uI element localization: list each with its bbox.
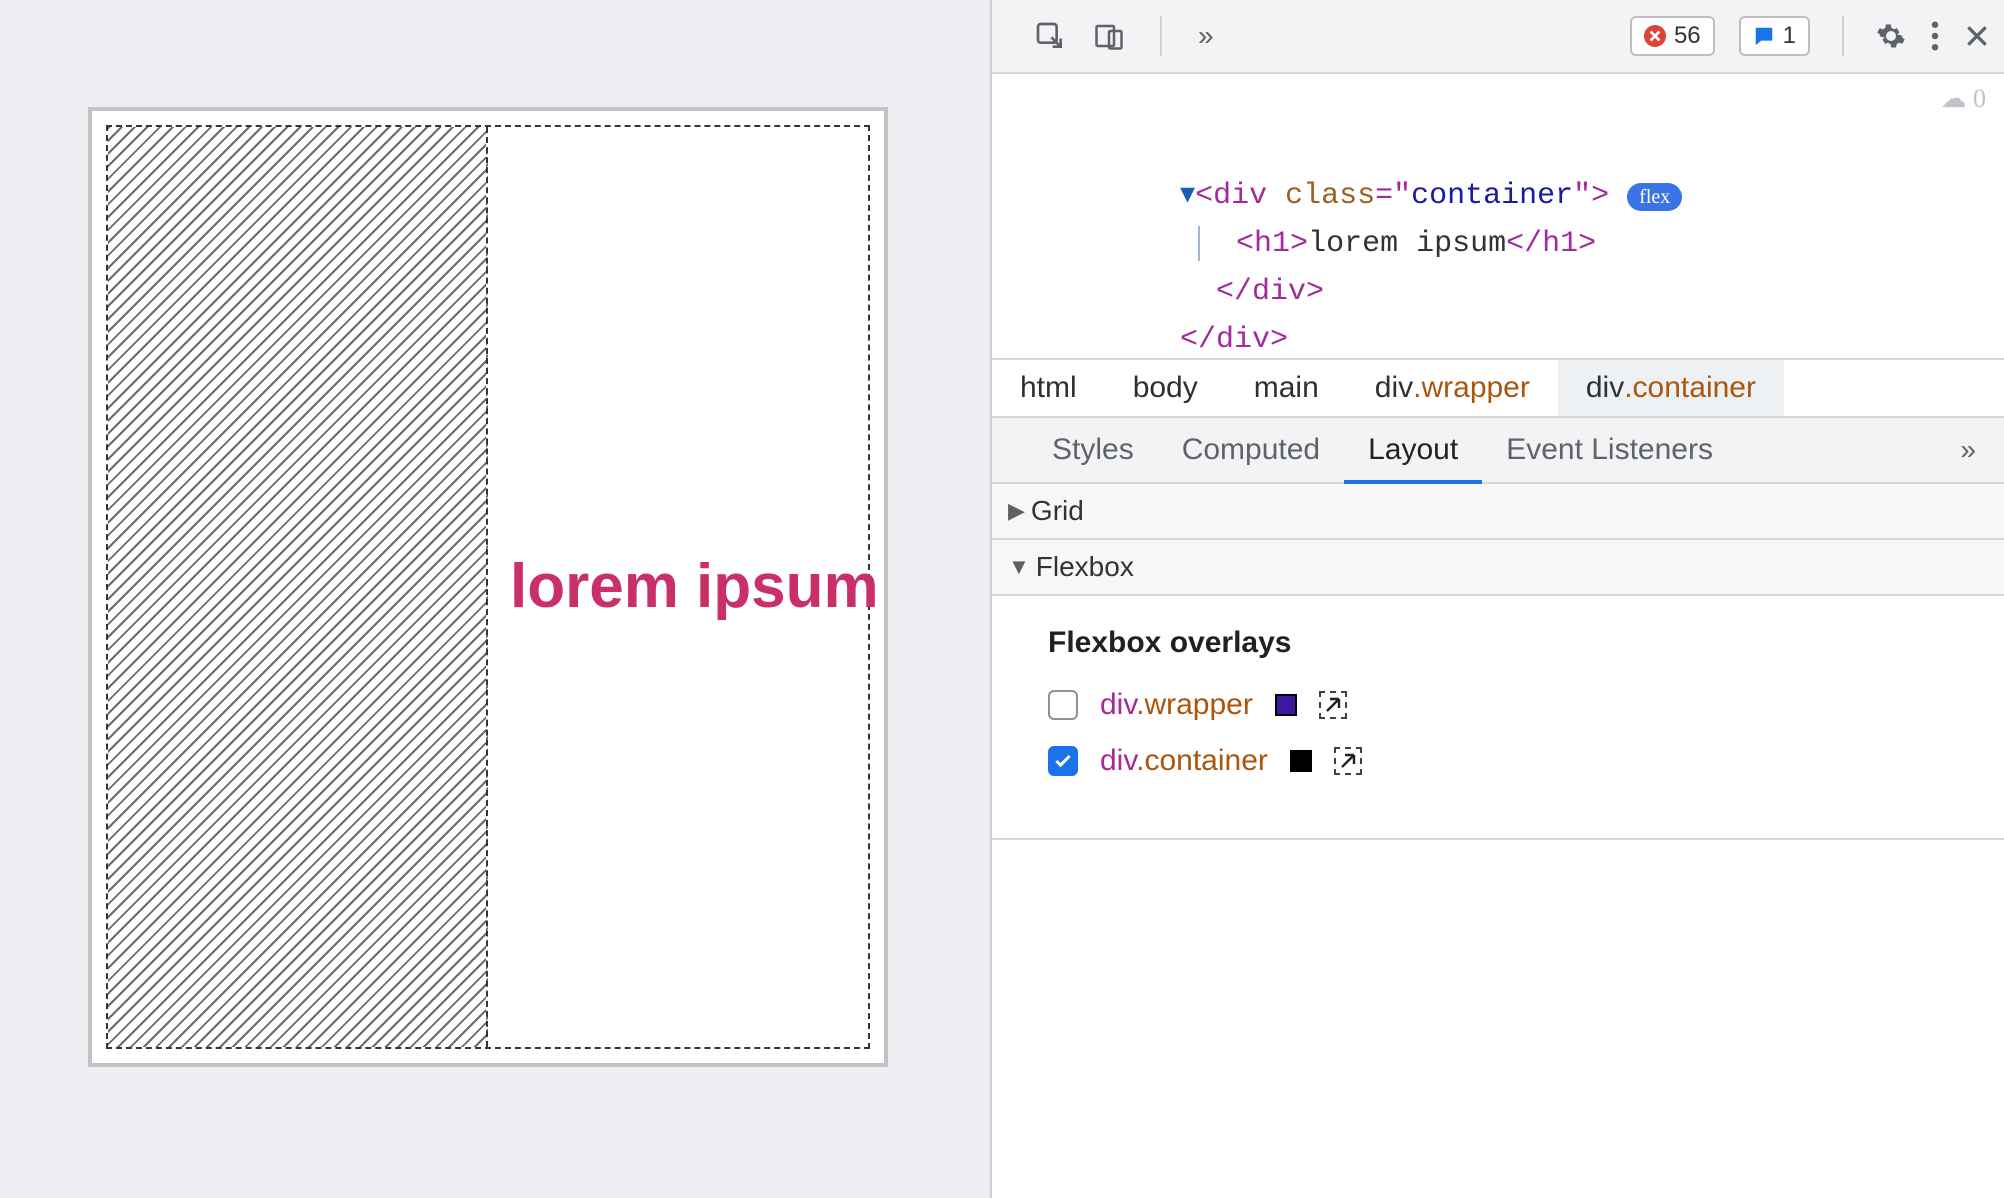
inspect-icon[interactable] (1034, 20, 1066, 52)
sidebar-tabs: Styles Computed Layout Event Listeners » (992, 418, 2004, 484)
overlay-wrapper-checkbox[interactable] (1048, 690, 1078, 720)
flex-container-outline: lorem ipsum (88, 107, 888, 1067)
cloud-badge: ☁ 0 (1941, 78, 1987, 120)
section-grid-label: Grid (1031, 495, 1084, 527)
triangle-right-icon: ▶ (1008, 498, 1025, 524)
h1-text: lorem ipsum (1308, 227, 1506, 261)
section-flexbox: ▼Flexbox (992, 540, 2004, 596)
overlay-row-wrapper: div.wrapper (1048, 688, 2004, 722)
tab-event-listeners[interactable]: Event Listeners (1482, 418, 1737, 482)
page-preview: lorem ipsum (0, 0, 990, 1198)
flexbox-overlays-title: Flexbox overlays (1048, 626, 2004, 660)
tab-computed[interactable]: Computed (1158, 418, 1344, 482)
crumb-div-container[interactable]: div.container (1558, 360, 1784, 416)
devtools-panel: » 56 1 ☁ 0 ▾<div class="contain (990, 0, 2004, 1198)
section-flexbox-header[interactable]: ▼Flexbox (992, 540, 2004, 594)
overlay-row-container: div.container (1048, 744, 2004, 778)
flex-badge[interactable]: flex (1627, 183, 1682, 211)
messages-badge[interactable]: 1 (1739, 16, 1810, 56)
preview-heading: lorem ipsum (488, 127, 868, 1047)
reveal-in-elements-icon[interactable] (1334, 747, 1362, 775)
device-toggle-icon[interactable] (1094, 21, 1124, 51)
close-icon[interactable] (1964, 23, 1990, 49)
kebab-icon[interactable] (1930, 21, 1940, 51)
crumb-main[interactable]: main (1226, 360, 1347, 416)
errors-count: 56 (1674, 22, 1701, 50)
triangle-down-icon: ▼ (1008, 554, 1030, 580)
elements-dom-tree[interactable]: ☁ 0 ▾<div class="container"> flex <h1>lo… (992, 74, 2004, 358)
tab-layout[interactable]: Layout (1344, 418, 1482, 482)
h1-open-tag: <h1> (1236, 227, 1308, 261)
flex-item-outline: lorem ipsum (106, 125, 870, 1049)
h1-close-tag: </h1> (1506, 227, 1596, 261)
overlay-wrapper-color-swatch[interactable] (1275, 694, 1297, 716)
errors-badge[interactable]: 56 (1630, 16, 1715, 56)
overlay-container-color-swatch[interactable] (1290, 750, 1312, 772)
div-close-2: </div> (1180, 323, 1288, 357)
overlay-container-checkbox[interactable] (1048, 746, 1078, 776)
messages-count: 1 (1783, 22, 1796, 50)
div-close-1: </div> (1216, 275, 1324, 309)
overlay-container-selector[interactable]: div.container (1100, 744, 1268, 778)
gear-icon[interactable] (1876, 21, 1906, 51)
flexbox-overlays-area: Flexbox overlays div.wrapper div.contain… (992, 596, 2004, 840)
crumb-body[interactable]: body (1105, 360, 1226, 416)
breadcrumb: html body main div.wrapper div.container (992, 358, 2004, 418)
tab-styles[interactable]: Styles (1028, 418, 1158, 482)
reveal-in-elements-icon[interactable] (1319, 691, 1347, 719)
section-grid: ▶Grid (992, 484, 2004, 540)
flex-free-space-hatched (108, 127, 488, 1047)
section-flexbox-label: Flexbox (1036, 551, 1134, 583)
crumb-html[interactable]: html (992, 360, 1105, 416)
tabs-overflow-icon[interactable]: » (1198, 20, 1214, 52)
overlay-wrapper-selector[interactable]: div.wrapper (1100, 688, 1253, 722)
tabs-more-icon[interactable]: » (1960, 434, 2004, 466)
section-grid-header[interactable]: ▶Grid (992, 484, 2004, 538)
devtools-toolbar: » 56 1 (992, 0, 2004, 74)
crumb-div-wrapper[interactable]: div.wrapper (1347, 360, 1558, 416)
